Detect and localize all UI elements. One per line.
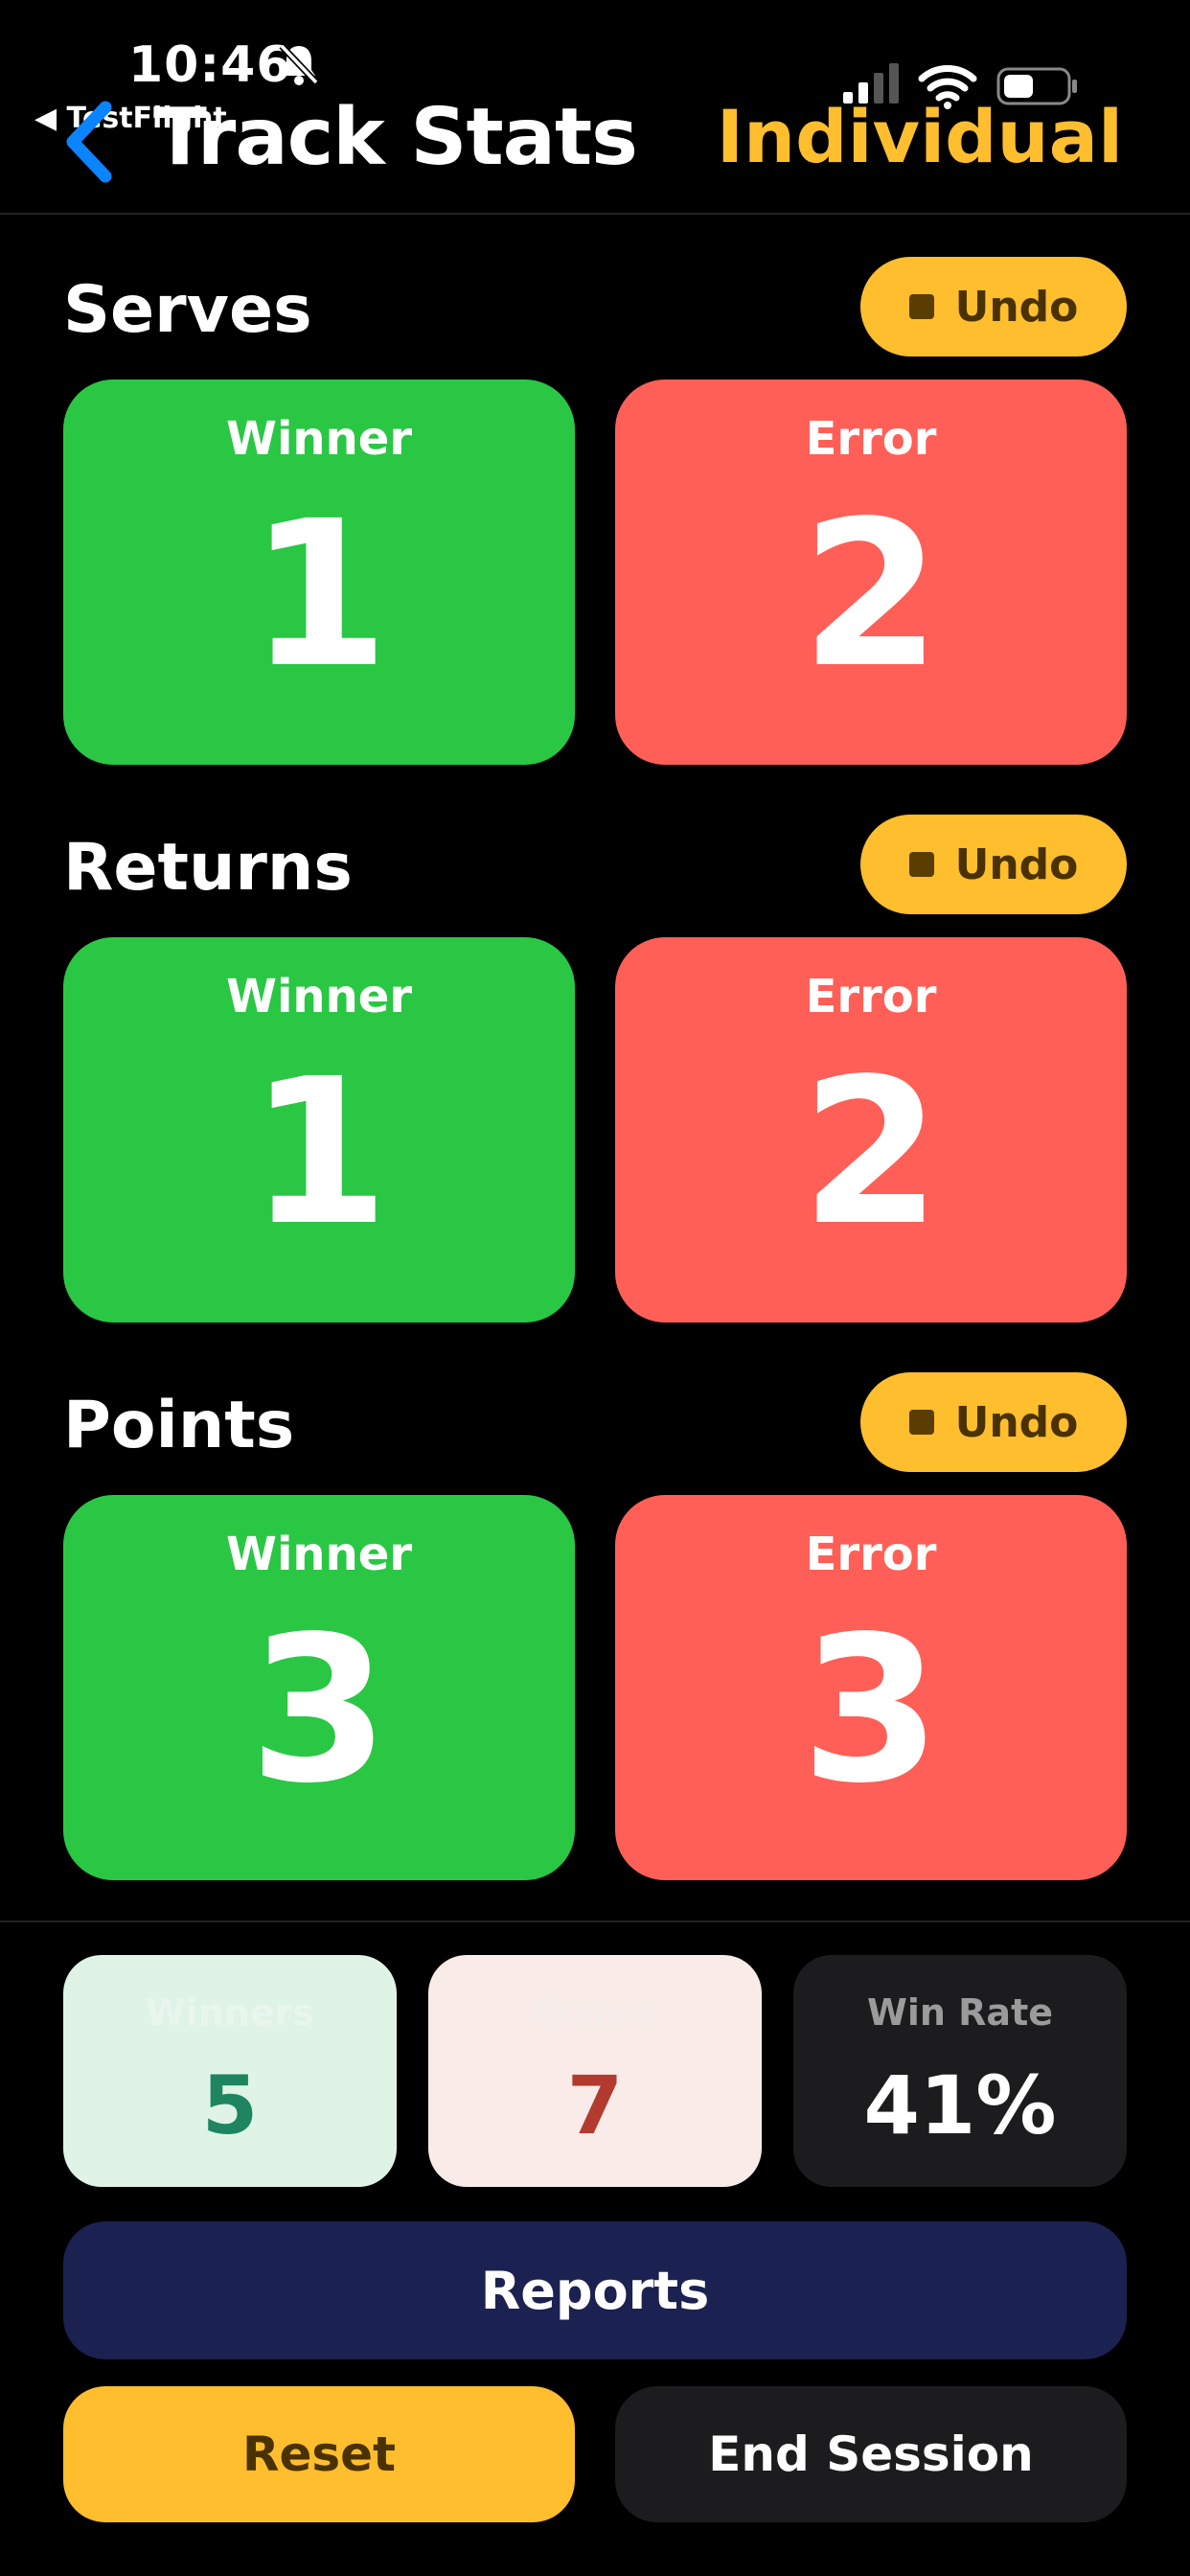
section-title: Returns bbox=[63, 830, 353, 906]
serves-winner-card[interactable]: Winner 1 bbox=[63, 380, 575, 765]
card-value: 2 bbox=[800, 1035, 942, 1270]
reports-button[interactable]: Reports bbox=[63, 2221, 1127, 2359]
undo-label: Undo bbox=[954, 282, 1079, 332]
card-label: Error bbox=[805, 1528, 937, 1581]
summary-value: 7 bbox=[566, 2058, 624, 2152]
summary-value: 41% bbox=[863, 2058, 1057, 2152]
section-title: Points bbox=[63, 1388, 295, 1463]
nav-header: ◀ TestFlight Track Stats Individual bbox=[0, 86, 1190, 215]
card-value: 3 bbox=[800, 1593, 942, 1828]
mode-toggle[interactable]: Individual bbox=[717, 94, 1123, 179]
returns-error-card[interactable]: Error 2 bbox=[615, 937, 1127, 1322]
errors-summary: Errors 7 bbox=[428, 1955, 762, 2187]
winners-summary: Winners 5 bbox=[63, 1955, 397, 2187]
stop-square-icon bbox=[908, 852, 934, 877]
card-value: 1 bbox=[248, 477, 390, 712]
card-value: 1 bbox=[248, 1035, 390, 1270]
card-value: 2 bbox=[800, 477, 942, 712]
status-time: 10:46 bbox=[128, 36, 292, 94]
end-session-button[interactable]: End Session bbox=[615, 2386, 1127, 2522]
divider bbox=[0, 1920, 1190, 1922]
undo-serves-button[interactable]: Undo bbox=[860, 257, 1127, 356]
returns-winner-card[interactable]: Winner 1 bbox=[63, 937, 575, 1322]
reset-button[interactable]: Reset bbox=[63, 2386, 575, 2522]
serves-error-card[interactable]: Error 2 bbox=[615, 380, 1127, 765]
page-title: Track Stats bbox=[153, 92, 638, 183]
chevron-left-icon[interactable] bbox=[61, 100, 119, 184]
summary-value: 5 bbox=[201, 2058, 259, 2152]
summary-label: Winners bbox=[145, 1991, 315, 2034]
stop-square-icon bbox=[908, 1410, 934, 1435]
bell-slash-icon bbox=[279, 43, 319, 85]
card-label: Winner bbox=[226, 1528, 412, 1581]
summary-label: Win Rate bbox=[866, 1991, 1054, 2034]
card-label: Error bbox=[805, 412, 937, 466]
points-error-card[interactable]: Error 3 bbox=[615, 1495, 1127, 1880]
card-value: 3 bbox=[248, 1593, 390, 1828]
undo-points-button[interactable]: Undo bbox=[860, 1372, 1127, 1472]
stop-square-icon bbox=[908, 294, 934, 319]
win-rate-summary: Win Rate 41% bbox=[793, 1955, 1127, 2187]
card-label: Winner bbox=[226, 970, 412, 1024]
undo-label: Undo bbox=[954, 1397, 1079, 1447]
card-label: Error bbox=[805, 970, 937, 1024]
points-winner-card[interactable]: Winner 3 bbox=[63, 1495, 575, 1880]
undo-returns-button[interactable]: Undo bbox=[860, 815, 1127, 914]
summary-label: Errors bbox=[532, 1991, 658, 2034]
card-label: Winner bbox=[226, 412, 412, 466]
section-title: Serves bbox=[63, 272, 312, 348]
undo-label: Undo bbox=[954, 840, 1079, 889]
